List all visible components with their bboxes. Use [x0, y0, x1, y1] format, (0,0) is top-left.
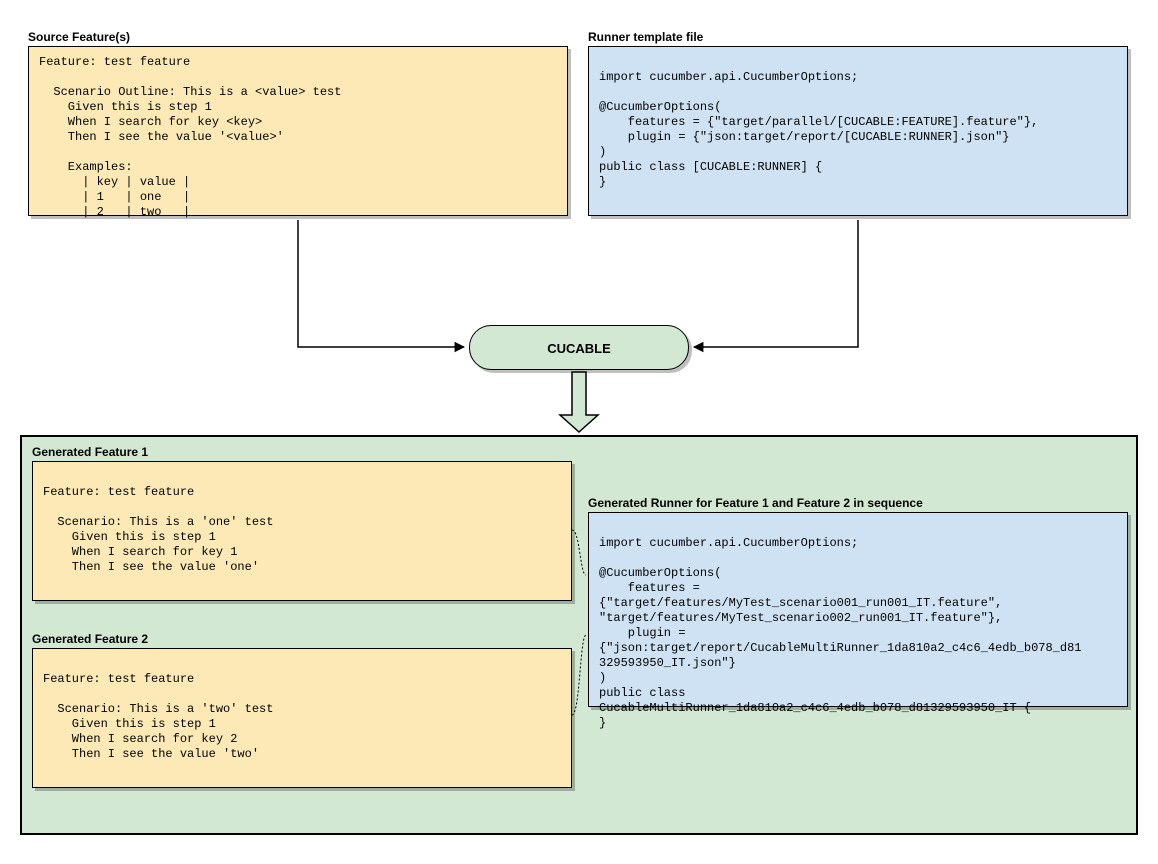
gen-feature-2-label: Generated Feature 2 [32, 632, 148, 646]
cucable-node: CUCABLE [469, 325, 689, 370]
gen-feature-1-code: Feature: test feature Scenario: This is … [32, 461, 572, 601]
runner-template-label: Runner template file [588, 30, 703, 44]
generated-output-container: Generated Feature 1 Feature: test featur… [20, 435, 1138, 835]
gen-runner-label: Generated Runner for Feature 1 and Featu… [588, 496, 923, 510]
source-feature-code: Feature: test feature Scenario Outline: … [28, 46, 568, 216]
gen-feature-2-code: Feature: test feature Scenario: This is … [32, 648, 572, 788]
gen-feature-1-label: Generated Feature 1 [32, 445, 148, 459]
gen-runner-code: import cucumber.api.CucumberOptions; @Cu… [588, 512, 1128, 707]
arrow-cucable-to-output [560, 372, 598, 432]
source-features-label: Source Feature(s) [28, 30, 130, 44]
arrow-source-to-cucable [298, 220, 464, 347]
runner-template-code: import cucumber.api.CucumberOptions; @Cu… [588, 46, 1128, 216]
arrow-template-to-cucable [694, 220, 858, 347]
cucable-diagram: Source Feature(s) Feature: test feature … [20, 20, 1138, 844]
